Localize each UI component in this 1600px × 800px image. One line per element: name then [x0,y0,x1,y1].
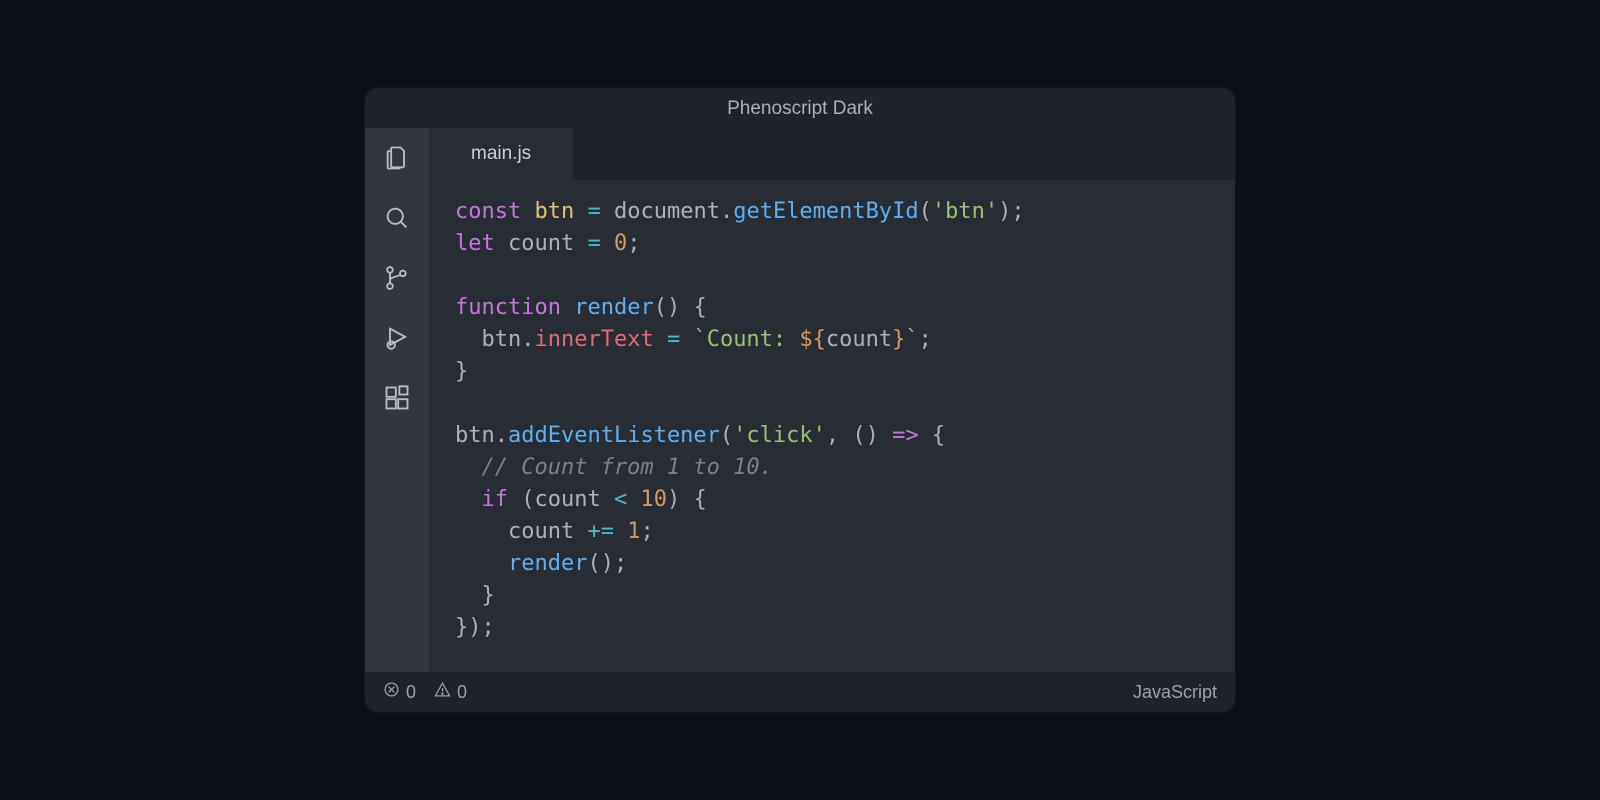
code-line: btn.innerText = `Count: ${count}`; [455,324,1209,356]
extensions-icon[interactable] [381,382,413,414]
code-line [455,388,1209,420]
code-line: if (count < 10) { [455,484,1209,516]
language-mode[interactable]: JavaScript [1133,682,1217,703]
code-line: render(); [455,548,1209,580]
activity-bar [365,128,429,672]
editor-window: Phenoscript Dark [365,88,1235,712]
code-line: } [455,356,1209,388]
code-line: let count = 0; [455,228,1209,260]
status-bar: 0 0 JavaScript [365,672,1235,712]
code-editor[interactable]: const btn = document.getElementById('btn… [429,180,1235,672]
code-line: }); [455,612,1209,644]
code-line [455,260,1209,292]
tab-label: main.js [471,143,531,165]
code-line: } [455,580,1209,612]
tab-main-js[interactable]: main.js [429,128,573,180]
code-line: const btn = document.getElementById('btn… [455,196,1209,228]
search-icon[interactable] [381,202,413,234]
source-control-icon[interactable] [381,262,413,294]
code-line: function render() { [455,292,1209,324]
code-line: // Count from 1 to 10. [455,452,1209,484]
warning-count: 0 [457,682,467,703]
run-debug-icon[interactable] [381,322,413,354]
error-count: 0 [406,682,416,703]
files-icon[interactable] [381,142,413,174]
warning-icon[interactable] [434,681,451,703]
code-line: btn.addEventListener('click', () => { [455,420,1209,452]
tab-bar: main.js [429,128,1235,180]
window-title: Phenoscript Dark [365,88,1235,128]
error-icon[interactable] [383,681,400,703]
code-line: count += 1; [455,516,1209,548]
